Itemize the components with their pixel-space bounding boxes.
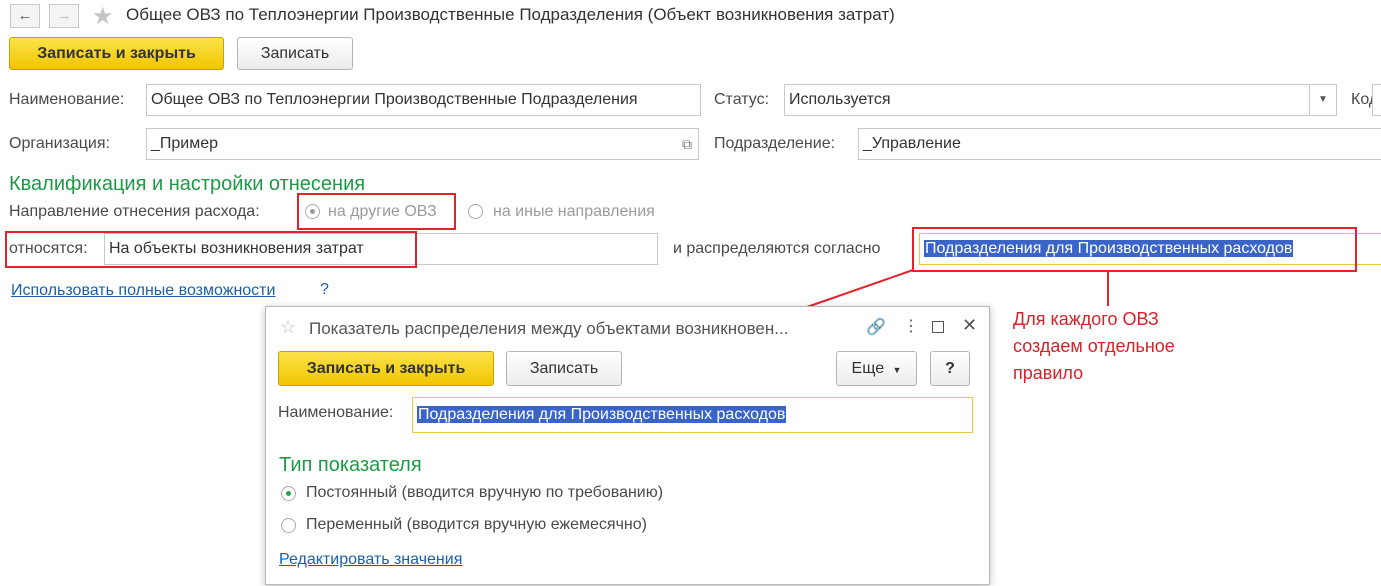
maximize-icon[interactable] [932, 321, 944, 333]
dialog-save-and-close-button[interactable]: Записать и закрыть [278, 351, 494, 386]
annotation-line-2: создаем отдельное [1013, 336, 1175, 356]
annotation-note: Для каждого ОВЗ создаем отдельное правил… [1013, 306, 1175, 387]
dialog-name-value: Подразделения для Производственных расхо… [417, 406, 787, 423]
dialog-help-button[interactable]: ? [930, 351, 970, 386]
radio-constant-label: Постоянный (вводится вручную по требован… [306, 484, 664, 501]
arrow-to-dialog [806, 269, 914, 308]
annotation-line-3: правило [1013, 363, 1084, 383]
dialog-title: Показатель распределения между объектами… [309, 319, 789, 338]
dialog-save-button[interactable]: Записать [506, 351, 622, 386]
link-icon[interactable]: 🔗 [866, 317, 886, 337]
dialog-name-input[interactable]: Подразделения для Производственных расхо… [412, 397, 973, 433]
annotation-line-1: Для каждого ОВЗ [1013, 309, 1159, 329]
dialog-more-label: Еще [851, 360, 885, 377]
distribution-indicator-dialog: ☆ Показатель распределения между объекта… [265, 306, 990, 585]
dialog-more-button[interactable]: Еще ▼ [836, 351, 917, 386]
chevron-down-icon: ▼ [892, 365, 902, 375]
indicator-type-heading: Тип показателя [279, 454, 422, 476]
edit-values-link[interactable]: Редактировать значения [279, 551, 462, 569]
radio-variable[interactable] [281, 518, 296, 533]
more-vertical-icon[interactable]: ⋮ [903, 316, 919, 336]
radio-constant[interactable] [281, 486, 296, 501]
dialog-name-label: Наименование: [278, 404, 394, 421]
radio-variable-label: Переменный (вводится вручную ежемесячно) [306, 516, 647, 533]
star-icon[interactable]: ☆ [280, 317, 296, 338]
close-icon[interactable]: ✕ [962, 315, 977, 336]
